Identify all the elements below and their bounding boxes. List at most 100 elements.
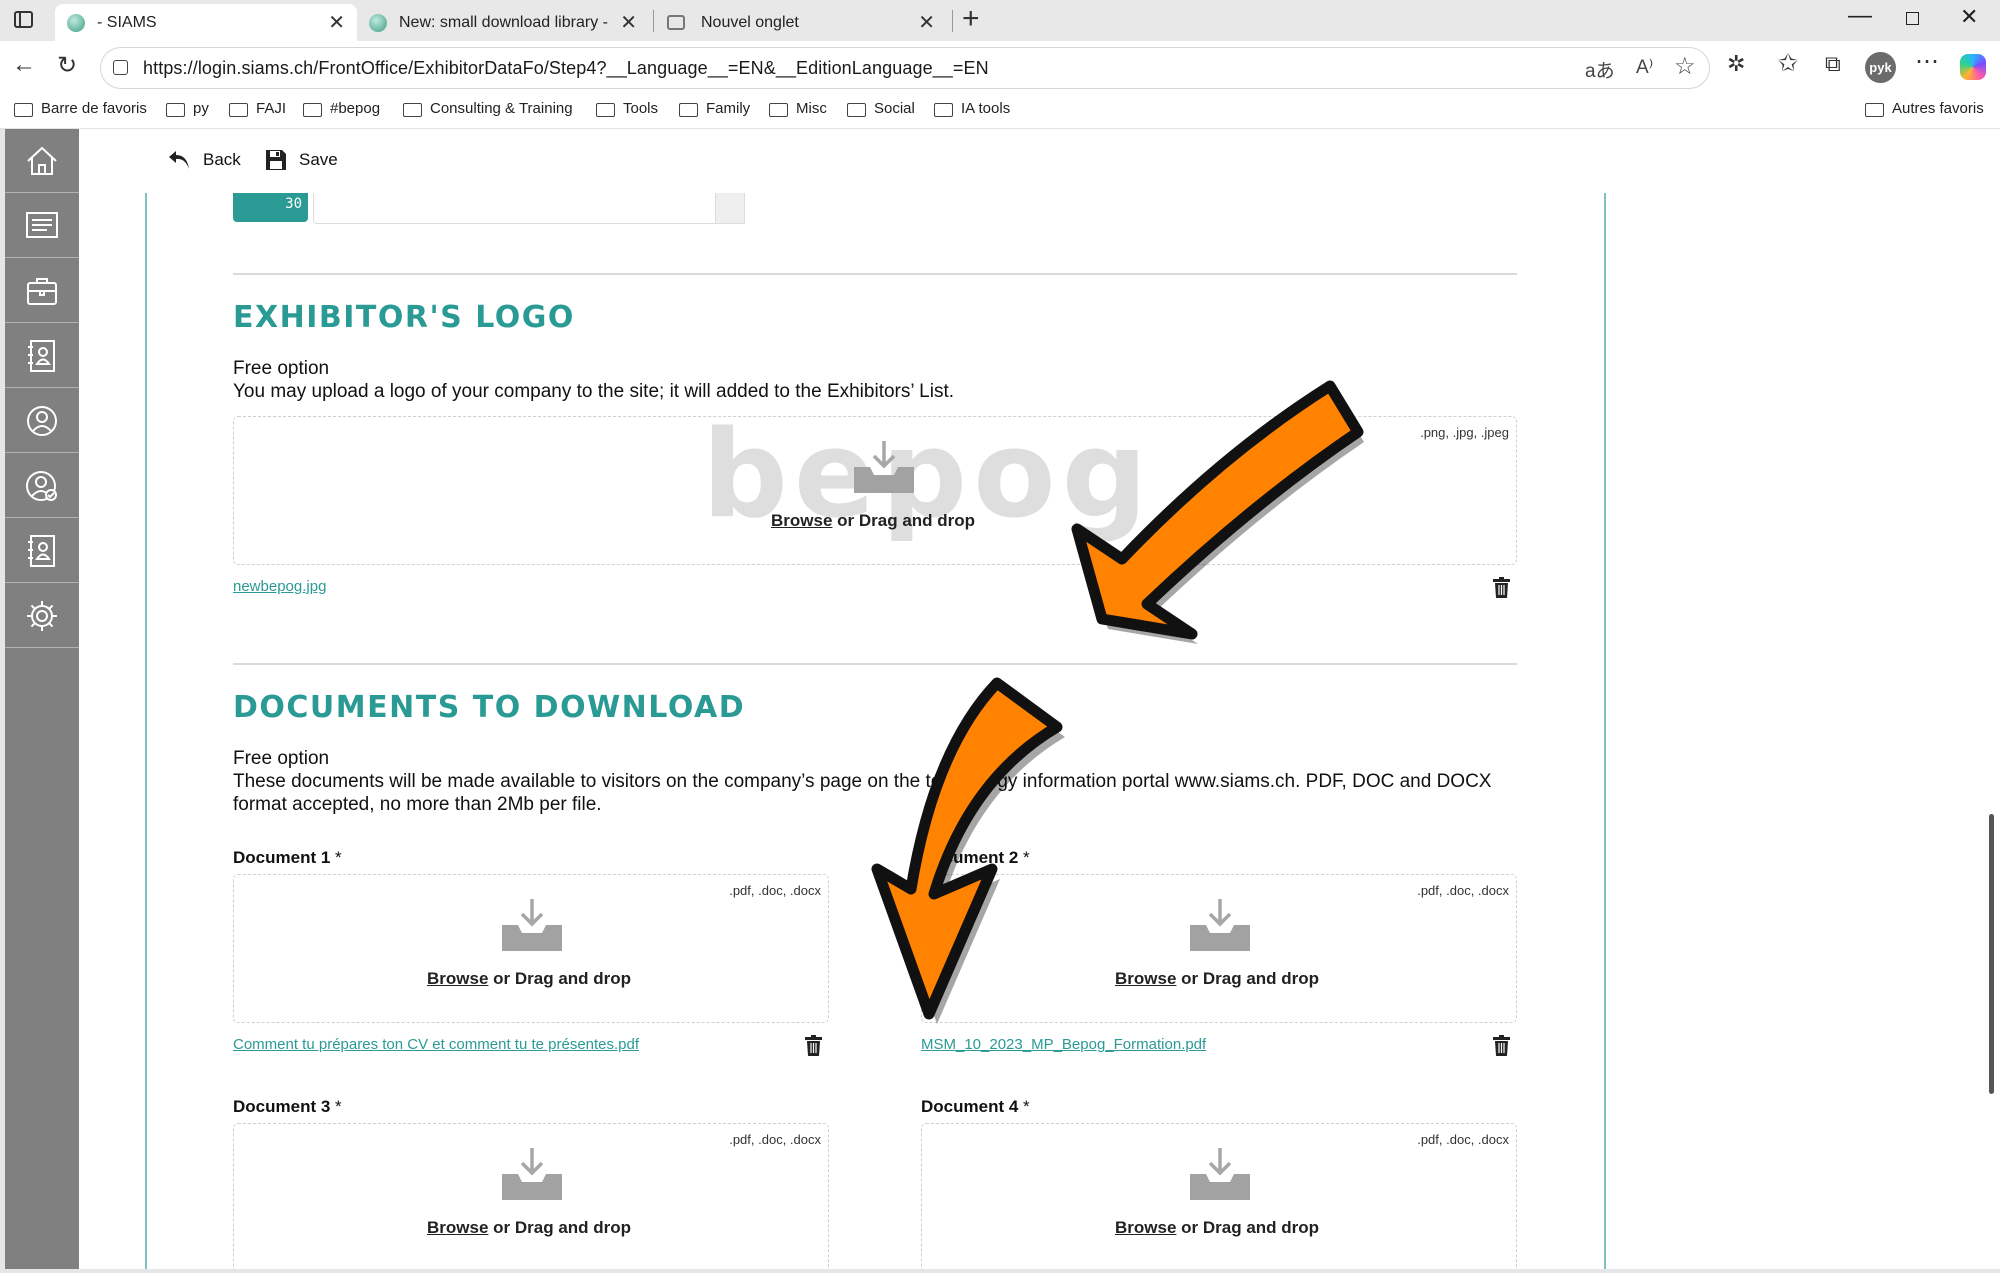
previous-text-input[interactable] (313, 192, 745, 224)
profile-avatar[interactable]: pyk (1865, 52, 1896, 83)
sidebar-item-home[interactable] (5, 129, 79, 193)
document-4-browse-text: Browse or Drag and drop (1115, 1218, 1320, 1237)
logo-browse-link[interactable]: Browse (771, 511, 832, 530)
reload-icon[interactable]: ↻ (57, 51, 77, 80)
char-counter-badge: 30 (233, 192, 308, 222)
close-tab-icon[interactable]: ✕ (620, 10, 637, 35)
page-scrollbar[interactable] (1983, 129, 2000, 1269)
favorites-icon[interactable]: ✩ (1778, 49, 1798, 78)
document-1-file-link[interactable]: Comment tu prépares ton CV et comment tu… (233, 1036, 639, 1053)
bookmark-folder[interactable]: IA tools (934, 100, 1010, 117)
upload-tray-icon (502, 899, 562, 951)
favorite-star-icon[interactable]: ☆ (1674, 52, 1696, 81)
tab-siams[interactable]: - SIAMS ✕ (55, 4, 357, 41)
folder-icon (229, 102, 248, 117)
tab-separator (653, 10, 654, 32)
back-arrow-icon[interactable]: ← (12, 51, 36, 79)
other-bookmarks[interactable]: Autres favoris (1865, 100, 1984, 117)
extensions-icon[interactable]: ✲ (1727, 51, 1745, 77)
tab-separator (952, 10, 953, 32)
sidebar-item-contact-card[interactable] (5, 324, 79, 388)
document-accepted-formats: .pdf, .doc, .docx (729, 1132, 821, 1147)
tab-new[interactable]: Nouvel onglet ✕ (655, 4, 947, 41)
user-check-icon (26, 470, 57, 501)
document-3-dropzone[interactable]: .pdf, .doc, .docx Browse or Drag and dro… (233, 1123, 829, 1269)
address-bar[interactable]: https://login.siams.ch/FrontOffice/Exhib… (100, 47, 1710, 89)
new-tab-button[interactable]: + (962, 2, 980, 36)
bookmark-folder[interactable]: Barre de favoris (14, 100, 147, 117)
restore-icon[interactable] (1906, 12, 1919, 25)
upload-tray-icon (854, 441, 914, 493)
bookmark-folder[interactable]: #bepog (303, 100, 380, 117)
folder-icon (596, 102, 615, 117)
frame-border-right (1604, 192, 1606, 1269)
folder-icon (847, 102, 866, 117)
delete-document-2-trash-icon[interactable] (1493, 1035, 1510, 1056)
folder-icon (166, 102, 185, 117)
url-text: https://login.siams.ch/FrontOffice/Exhib… (143, 58, 989, 78)
tab-download-library[interactable]: New: small download library - SIA ✕ (357, 4, 649, 41)
more-menu-icon[interactable]: ⋯ (1915, 47, 1939, 76)
minimize-icon[interactable]: — (1848, 2, 1872, 30)
section-divider (233, 273, 1517, 275)
tab-actions-icon[interactable] (14, 11, 33, 28)
document-1-browse-text: Browse or Drag and drop (427, 969, 632, 988)
logo-browse-text: Browse or Drag and drop (771, 511, 976, 530)
upload-tray-icon (1190, 1148, 1250, 1200)
sidebar-item-user[interactable] (5, 389, 79, 453)
bookmark-folder[interactable]: Consulting & Training (403, 100, 573, 117)
bookmarks-bar: Barre de favoris py FAJI #bepog Consulti… (0, 94, 2000, 129)
documents-section-heading: DOCUMENTS TO DOWNLOAD (233, 690, 746, 725)
document-1-dropzone[interactable]: .pdf, .doc, .docx Browse or Drag and dro… (233, 874, 829, 1023)
undo-arrow-icon (169, 151, 189, 169)
sidebar-item-briefcase[interactable] (5, 259, 79, 323)
close-tab-icon[interactable]: ✕ (328, 10, 345, 35)
page-content: 30 EXHIBITOR'S LOGO Free option You may … (79, 129, 1983, 1269)
folder-icon (303, 102, 322, 117)
collections-icon[interactable]: ⧉ (1825, 51, 1841, 77)
document-3-browse-link[interactable]: Browse (427, 1218, 488, 1237)
sidebar-item-user-verified[interactable] (5, 454, 79, 518)
app-sidebar (5, 129, 79, 1269)
read-aloud-icon[interactable]: A⁾ (1636, 56, 1653, 79)
bookmark-folder[interactable]: Social (847, 100, 915, 117)
logo-description: You may upload a logo of your company to… (233, 381, 955, 402)
bookmark-folder[interactable]: Misc (769, 100, 827, 117)
folder-icon (1865, 102, 1884, 117)
close-tab-icon[interactable]: ✕ (918, 10, 935, 35)
folder-icon (934, 102, 953, 117)
document-4-dropzone[interactable]: .pdf, .doc, .docx Browse or Drag and dro… (921, 1123, 1517, 1269)
bookmark-folder[interactable]: Family (679, 100, 750, 117)
folder-icon (14, 102, 33, 117)
briefcase-icon (27, 277, 57, 305)
document-3-label: Document 3 * (233, 1097, 342, 1116)
siams-favicon-icon (67, 13, 85, 32)
address-bar-row: ← ↻ https://login.siams.ch/FrontOffice/E… (0, 41, 2000, 94)
folder-icon (679, 102, 698, 117)
folder-icon (769, 102, 788, 117)
document-4-browse-link[interactable]: Browse (1115, 1218, 1176, 1237)
documents-option-text: Free option (233, 748, 330, 769)
bookmark-folder[interactable]: FAJI (229, 100, 286, 117)
sidebar-item-list[interactable] (5, 194, 79, 258)
logo-file-link[interactable]: newbepog.jpg (233, 578, 326, 595)
back-button[interactable]: Back (167, 149, 241, 171)
copilot-icon[interactable] (1960, 54, 1986, 80)
document-accepted-formats: .pdf, .doc, .docx (1417, 883, 1509, 898)
document-1-browse-link[interactable]: Browse (427, 969, 488, 988)
floppy-disk-icon (266, 150, 286, 170)
documents-description-line2: format accepted, no more than 2Mb per fi… (233, 794, 602, 815)
scrollbar-thumb[interactable] (1989, 814, 1994, 1094)
site-info-icon[interactable] (113, 60, 128, 75)
sidebar-item-contact-card-2[interactable] (5, 519, 79, 583)
delete-logo-trash-icon[interactable] (1493, 577, 1510, 598)
save-button[interactable]: Save (265, 149, 338, 171)
close-window-icon[interactable]: ✕ (1960, 4, 1978, 30)
bookmark-folder[interactable]: Tools (596, 100, 658, 117)
translate-icon[interactable]: aあ (1585, 56, 1615, 83)
previous-input-addon (715, 192, 745, 224)
bookmark-folder[interactable]: py (166, 100, 209, 117)
contact-card-icon (28, 339, 55, 372)
contact-card-icon (28, 534, 55, 567)
sidebar-item-settings[interactable] (5, 584, 79, 648)
